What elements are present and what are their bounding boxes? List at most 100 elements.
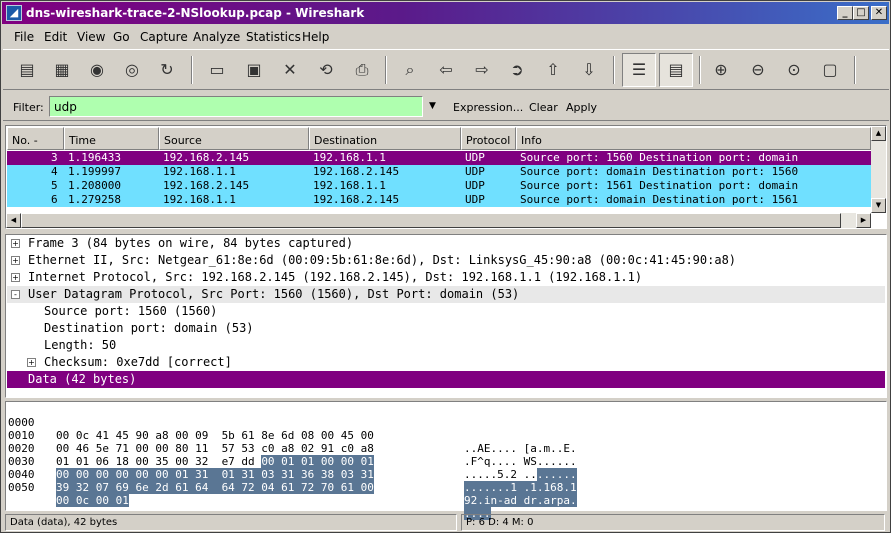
column-header-destination[interactable]: Destination xyxy=(309,127,461,150)
tree-row-udp[interactable]: - User Datagram Protocol, Src Port: 1560 … xyxy=(7,286,885,303)
normal-size-icon[interactable]: ⊙ xyxy=(780,56,808,84)
toolbar-separator xyxy=(854,56,856,84)
column-header-info[interactable]: Info xyxy=(516,127,871,150)
resize-columns-icon[interactable]: ▢ xyxy=(816,56,844,84)
menu-help[interactable]: Help xyxy=(302,30,329,44)
expression-button[interactable]: Expression... xyxy=(453,101,523,114)
hex-bytes[interactable]: 00 0c 00 01 xyxy=(56,494,129,507)
reload-icon[interactable]: ⟲ xyxy=(312,56,340,84)
start-capture-icon[interactable]: ◉ xyxy=(83,56,111,84)
print-icon[interactable]: ⎙ xyxy=(348,56,376,84)
title-bar: ◢ dns-wireshark-trace-2-NSlookup.pcap - … xyxy=(2,2,889,24)
maximize-button[interactable]: □ xyxy=(853,6,869,20)
hex-line: 0000 00 0c 41 45 90 a8 00 09 5b 61 8e 6d… xyxy=(8,403,878,455)
expand-icon[interactable]: + xyxy=(11,273,20,282)
tree-row-label: Source port: 1560 (1560) xyxy=(44,304,218,318)
zoom-in-icon[interactable]: ⊕ xyxy=(707,56,735,84)
tree-row-ethernet[interactable]: + Ethernet II, Src: Netgear_61:8e:6d (00:… xyxy=(7,252,885,269)
wireshark-window: ◢ dns-wireshark-trace-2-NSlookup.pcap - … xyxy=(0,0,891,533)
status-bar: Data (data), 42 bytes P: 6 D: 4 M: 0 xyxy=(3,513,889,532)
packet-bytes-pane: 0000 00 0c 41 45 90 a8 00 09 5b 61 8e 6d… xyxy=(5,401,887,520)
scroll-left-icon[interactable]: ◀ xyxy=(6,213,21,228)
cell-destination: 192.168.2.145 xyxy=(313,193,400,206)
menu-bar: File Edit View Go Capture Analyze Statis… xyxy=(3,26,889,48)
filter-dropdown-icon[interactable]: ▼ xyxy=(429,101,436,111)
menu-view[interactable]: View xyxy=(77,30,105,44)
save-icon[interactable]: ▣ xyxy=(240,56,268,84)
packet-row[interactable]: 6 1.279258 192.168.1.1 192.168.2.145 UDP… xyxy=(7,193,871,207)
packet-row[interactable]: 5 1.208000 192.168.2.145 192.168.1.1 UDP… xyxy=(7,179,871,193)
scroll-up-icon[interactable]: ▲ xyxy=(871,126,886,141)
tree-row-ip[interactable]: + Internet Protocol, Src: 192.168.2.145 (… xyxy=(7,269,885,286)
expand-icon[interactable]: + xyxy=(27,358,36,367)
tree-row-src-port[interactable]: Source port: 1560 (1560) xyxy=(7,303,885,320)
menu-edit[interactable]: Edit xyxy=(44,30,67,44)
hex-bytes[interactable]: 39 32 07 69 6e 2d 61 64 64 72 04 61 72 7… xyxy=(56,481,374,494)
collapse-icon[interactable]: - xyxy=(11,290,20,299)
column-header-source[interactable]: Source xyxy=(159,127,309,150)
menu-go[interactable]: Go xyxy=(113,30,130,44)
column-header-time[interactable]: Time xyxy=(64,127,159,150)
menu-statistics[interactable]: Statistics xyxy=(246,30,301,44)
expand-icon[interactable]: + xyxy=(11,256,20,265)
cell-info: Source port: 1560 Destination port: doma… xyxy=(520,151,799,164)
packet-list-vscrollbar[interactable]: ▲ ▼ xyxy=(871,126,886,213)
scroll-right-icon[interactable]: ▶ xyxy=(856,213,871,228)
close-file-icon[interactable]: ✕ xyxy=(276,56,304,84)
column-header-protocol[interactable]: Protocol xyxy=(461,127,516,150)
tree-row-label: Checksum: 0xe7dd [correct] xyxy=(44,355,232,369)
hex-line: 0050 00 0c 00 01 .... xyxy=(8,468,878,520)
auto-scroll-icon[interactable]: ▤ xyxy=(659,53,693,87)
menu-file[interactable]: File xyxy=(14,30,34,44)
expand-icon[interactable]: + xyxy=(11,239,20,248)
go-last-icon[interactable]: ⇩ xyxy=(575,56,603,84)
filter-input[interactable]: udp xyxy=(49,96,423,117)
clear-button[interactable]: Clear xyxy=(529,101,558,114)
tree-row-frame[interactable]: + Frame 3 (84 bytes on wire, 84 bytes cap… xyxy=(7,235,885,252)
tree-row-label: Data (42 bytes) xyxy=(28,372,137,386)
find-packet-icon[interactable]: ⌕ xyxy=(396,56,424,84)
cell-no: 5 xyxy=(51,179,58,192)
column-header-no[interactable]: No. - xyxy=(7,127,64,150)
wireshark-fin-icon: ◢ xyxy=(6,5,22,21)
open-icon[interactable]: ▭ xyxy=(203,56,231,84)
go-forward-icon[interactable]: ⇨ xyxy=(468,56,496,84)
menu-capture[interactable]: Capture xyxy=(140,30,188,44)
tree-row-length[interactable]: Length: 50 xyxy=(7,337,885,354)
cell-time: 1.199997 xyxy=(68,165,121,178)
stop-capture-icon[interactable]: ◎ xyxy=(118,56,146,84)
packet-details-pane: + Frame 3 (84 bytes on wire, 84 bytes cap… xyxy=(5,234,887,398)
ascii-text[interactable]: 92.in-ad dr.arpa. xyxy=(464,494,577,507)
tree-row-label: Length: 50 xyxy=(44,338,117,352)
cell-info: Source port: 1561 Destination port: doma… xyxy=(520,179,799,192)
packet-row[interactable]: 3 1.196433 192.168.2.145 192.168.1.1 UDP… xyxy=(7,151,871,165)
close-button[interactable]: ✕ xyxy=(871,6,887,20)
ascii-highlight: .......1 .1.168.1 xyxy=(464,481,577,494)
filter-toolbar: Filter: udp ▼ Expression... Clear Apply xyxy=(3,93,889,121)
go-to-packet-icon[interactable]: ➲ xyxy=(503,56,531,84)
cell-protocol: UDP xyxy=(465,193,485,206)
packet-list-hscrollbar[interactable]: ◀ ▶ xyxy=(6,213,871,228)
scroll-thumb[interactable] xyxy=(21,213,841,228)
hex-highlight: 00 0c 00 01 xyxy=(56,494,129,507)
minimize-button[interactable]: _ xyxy=(837,6,853,20)
tree-row-checksum[interactable]: + Checksum: 0xe7dd [correct] xyxy=(7,354,885,371)
go-back-icon[interactable]: ⇦ xyxy=(432,56,460,84)
status-field-packets: P: 6 D: 4 M: 0 xyxy=(461,514,885,531)
scroll-down-icon[interactable]: ▼ xyxy=(871,198,886,213)
hex-offset: 0050 xyxy=(8,481,35,494)
ascii-text[interactable]: .......1 .1.168.1 xyxy=(464,481,577,494)
tree-row-dst-port[interactable]: Destination port: domain (53) xyxy=(7,320,885,337)
packet-row[interactable]: 4 1.199997 192.168.1.1 192.168.2.145 UDP… xyxy=(7,165,871,179)
ascii-highlight: 92.in-ad dr.arpa. xyxy=(464,494,577,507)
menu-analyze[interactable]: Analyze xyxy=(193,30,240,44)
colorize-icon[interactable]: ☰ xyxy=(622,53,656,87)
capture-options-icon[interactable]: ▦ xyxy=(48,56,76,84)
interface-list-icon[interactable]: ▤ xyxy=(13,56,41,84)
zoom-out-icon[interactable]: ⊖ xyxy=(744,56,772,84)
tree-row-data[interactable]: Data (42 bytes) xyxy=(7,371,885,388)
restart-capture-icon[interactable]: ↻ xyxy=(153,56,181,84)
apply-button[interactable]: Apply xyxy=(566,101,597,114)
go-first-icon[interactable]: ⇧ xyxy=(539,56,567,84)
cell-info: Source port: domain Destination port: 15… xyxy=(520,193,799,206)
